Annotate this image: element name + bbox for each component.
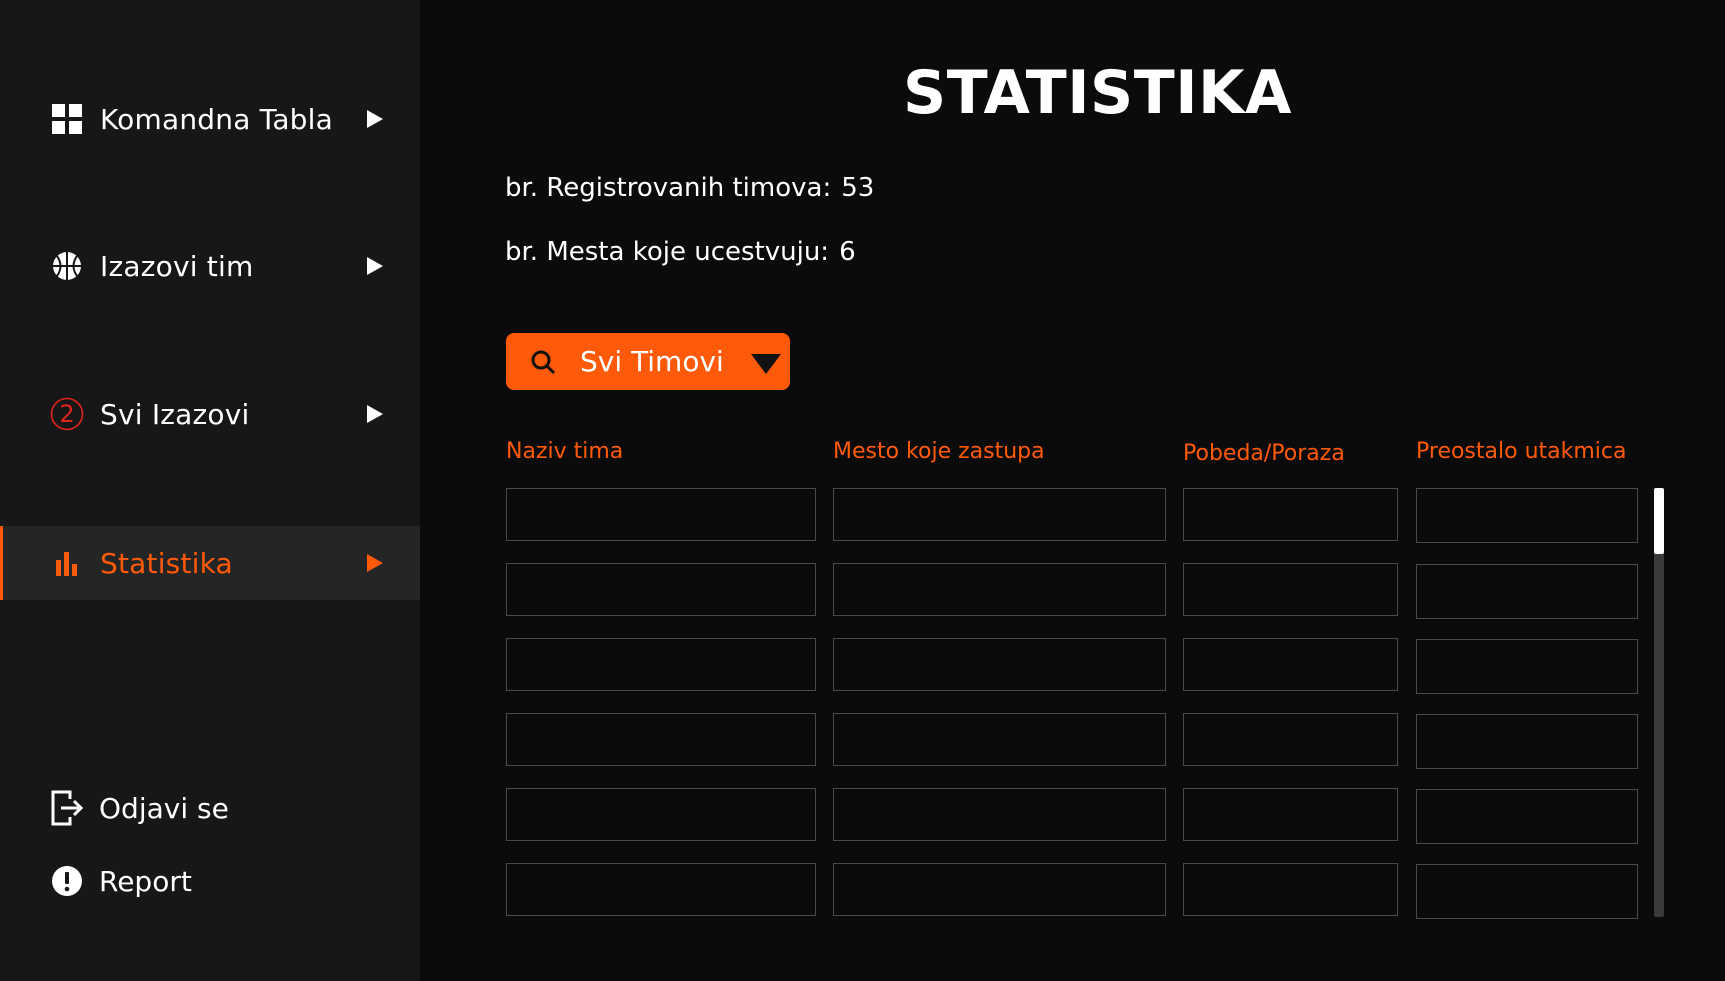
table-cell-remaining [1416, 714, 1638, 769]
sidebar-item-izazovi-tim[interactable]: Izazovi tim [0, 229, 420, 303]
table-cell-record [1183, 788, 1398, 841]
table-cell-record [1183, 488, 1398, 541]
table-cell-team [506, 638, 816, 691]
table-cell-team [506, 563, 816, 616]
logout-icon [50, 790, 84, 826]
basketball-icon [50, 249, 84, 283]
table-cell-place [833, 488, 1166, 541]
table-cell-team [506, 488, 816, 541]
table-cell-place [833, 788, 1166, 841]
table-cell-place [833, 638, 1166, 691]
team-filter-value: Svi Timovi [580, 345, 724, 378]
report-button[interactable]: Report [0, 853, 420, 909]
table-cell-record [1183, 863, 1398, 916]
column-header-naziv-tima[interactable]: Naziv tima [506, 439, 623, 464]
stat-label: br. Registrovanih timova: [505, 173, 832, 203]
table-cell-place [833, 713, 1166, 766]
logout-label: Odjavi se [99, 791, 229, 825]
column-header-preostalo[interactable]: Preostalo utakmica [1416, 439, 1626, 464]
logout-button[interactable]: Odjavi se [0, 780, 420, 836]
chevron-right-icon [367, 405, 383, 423]
search-icon [531, 350, 556, 375]
stat-value: 6 [839, 237, 856, 267]
table-cell-remaining [1416, 864, 1638, 919]
chevron-right-icon [367, 257, 383, 275]
table-cell-record [1183, 713, 1398, 766]
table-cell-team [506, 863, 816, 916]
sidebar-item-label: Statistika [100, 546, 233, 580]
app-root: Komandna Tabla Izazovi tim 2 Svi Izazovi… [0, 0, 1725, 981]
table-cell-record [1183, 638, 1398, 691]
participating-places-stat: br. Mesta koje ucestvuju: 6 [505, 237, 856, 267]
table-cell-team [506, 713, 816, 766]
table-cell-remaining [1416, 488, 1638, 543]
table-cell-record [1183, 563, 1398, 616]
stat-value: 53 [841, 173, 875, 203]
sidebar-item-label: Izazovi tim [100, 249, 254, 283]
table-cell-team [506, 788, 816, 841]
table-cell-remaining [1416, 639, 1638, 694]
registered-teams-stat: br. Registrovanih timova: 53 [505, 173, 874, 203]
sidebar-item-svi-izazovi[interactable]: 2 Svi Izazovi [0, 377, 420, 451]
svg-text:2: 2 [59, 400, 74, 428]
sidebar-item-label: Svi Izazovi [100, 397, 250, 431]
table-cell-remaining [1416, 789, 1638, 844]
triangle-down-icon [751, 354, 781, 374]
main-content: STATISTIKA br. Registrovanih timova: 53 b… [420, 0, 1725, 981]
bar-chart-icon [50, 546, 84, 580]
column-header-mesto[interactable]: Mesto koje zastupa [833, 439, 1045, 464]
page-title: STATISTIKA [903, 58, 1292, 128]
chevron-right-icon [367, 554, 383, 572]
table-cell-place [833, 863, 1166, 916]
number-2-icon: 2 [50, 397, 84, 431]
table-cell-place [833, 563, 1166, 616]
sidebar-item-statistika[interactable]: Statistika [0, 526, 420, 600]
report-label: Report [99, 864, 192, 898]
team-filter-dropdown[interactable]: Svi Timovi [506, 333, 790, 390]
sidebar: Komandna Tabla Izazovi tim 2 Svi Izazovi… [0, 0, 420, 981]
table-cell-remaining [1416, 564, 1638, 619]
column-header-pobeda-poraza[interactable]: Pobeda/Poraza [1183, 441, 1345, 466]
table-scrollbar-thumb[interactable] [1654, 488, 1664, 554]
stat-label: br. Mesta koje ucestvuju: [505, 237, 830, 267]
alert-icon [50, 863, 84, 899]
